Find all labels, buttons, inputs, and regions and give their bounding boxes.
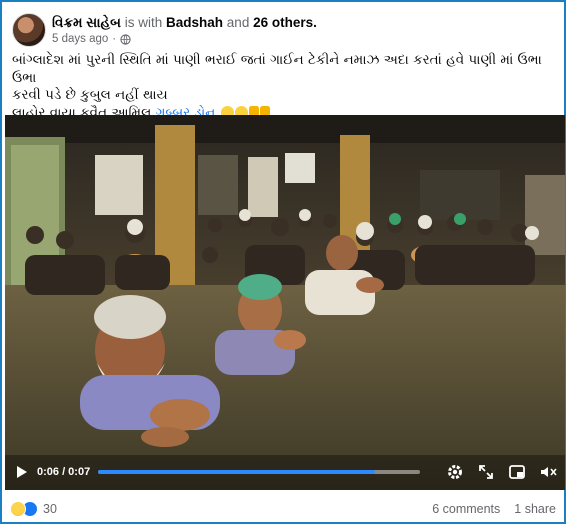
post-time[interactable]: 5 days ago	[52, 33, 108, 45]
author-line: વિક્રમ સાહેબ is with Badshah and 26 othe…	[52, 15, 317, 31]
avatar[interactable]	[12, 13, 46, 47]
video-progress-fill	[98, 470, 376, 474]
reaction-count[interactable]: 30	[43, 502, 57, 516]
picture-in-picture-icon[interactable]	[508, 463, 526, 481]
globe-icon	[120, 33, 131, 45]
facebook-post: વિક્રમ સાહેબ is with Badshah and 26 othe…	[0, 0, 566, 524]
post-text-line-1: બાંગ્લાદેશ માં પુરની સ્થિતિ માં પાણી ભરા…	[12, 52, 542, 86]
shares-count[interactable]: 1 share	[514, 502, 556, 516]
video-time: 0:06 / 0:07	[37, 466, 91, 478]
author-name[interactable]: વિક્રમ સાહેબ	[52, 15, 121, 30]
tagged-others[interactable]: 26 others.	[253, 15, 317, 30]
tagged-user[interactable]: Badshah	[166, 15, 223, 30]
and-text: and	[226, 15, 250, 30]
fullscreen-icon[interactable]	[477, 463, 495, 481]
post-text-line-2: કરવી પડે છે કુબુલ નહીં થાય	[12, 87, 168, 103]
play-icon[interactable]	[13, 464, 29, 480]
post-footer: 30 6 comments 1 share	[10, 498, 556, 520]
dot-separator: ·	[112, 33, 117, 45]
post-header: વિક્રમ સાહેબ is with Badshah and 26 othe…	[10, 12, 556, 48]
comments-count[interactable]: 6 comments	[432, 502, 500, 516]
video-controls: 0:06 / 0:07	[5, 454, 565, 490]
video-progress-bar[interactable]	[98, 470, 421, 474]
video-frame	[5, 115, 565, 490]
post-text: બાંગ્લાદેશ માં પુરની સ્થિતિ માં પાણી ભરા…	[12, 52, 554, 122]
haha-reaction-icon[interactable]	[10, 501, 26, 517]
volume-muted-icon[interactable]	[539, 463, 557, 481]
video-player[interactable]: 0:06 / 0:07	[5, 115, 565, 490]
settings-icon[interactable]	[446, 463, 464, 481]
with-text: is with	[124, 15, 163, 30]
post-meta: 5 days ago ·	[52, 33, 131, 45]
